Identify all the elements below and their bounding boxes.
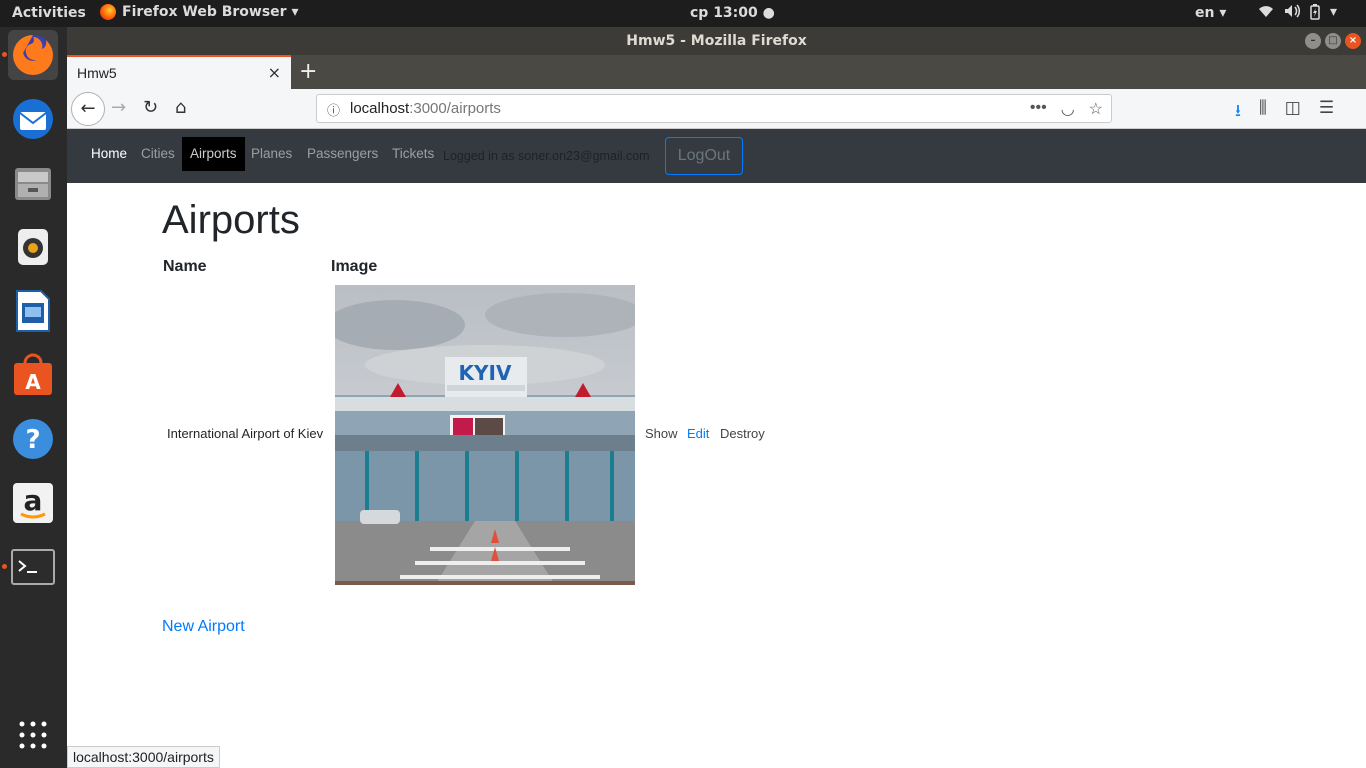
sidebar-icon[interactable]: ◫ bbox=[1285, 98, 1301, 127]
dock-files[interactable] bbox=[8, 158, 58, 208]
battery-icon bbox=[1310, 4, 1320, 24]
library-icon[interactable]: ⫼ bbox=[1259, 98, 1267, 127]
dock: A ? a bbox=[0, 27, 67, 768]
clock[interactable]: cp 13:00 ● bbox=[690, 5, 775, 21]
tab-bar: Hmw5 × + bbox=[67, 55, 1366, 89]
wifi-icon bbox=[1258, 4, 1274, 24]
forward-button[interactable]: → bbox=[111, 97, 126, 118]
svg-text:a: a bbox=[24, 484, 43, 517]
firefox-icon bbox=[13, 35, 53, 75]
firefox-icon bbox=[100, 4, 116, 20]
running-indicator bbox=[2, 52, 7, 57]
pocket-icon[interactable]: ◡ bbox=[1061, 99, 1075, 119]
column-header-name: Name bbox=[163, 258, 207, 275]
url-host: localhost bbox=[350, 100, 410, 117]
gnome-top-bar: Activities Firefox Web Browser ▾ cp 13:0… bbox=[0, 0, 1366, 27]
thunderbird-icon bbox=[13, 99, 53, 139]
column-header-image: Image bbox=[331, 258, 378, 275]
language-indicator[interactable]: en ▾ bbox=[1195, 5, 1226, 21]
new-tab-button[interactable]: + bbox=[299, 59, 317, 84]
site-navbar: Home Cities Airports Planes Passengers T… bbox=[67, 129, 1366, 183]
running-indicator bbox=[2, 564, 7, 569]
new-airport-link[interactable]: New Airport bbox=[162, 618, 245, 636]
hamburger-menu-icon[interactable]: ☰ bbox=[1319, 98, 1334, 127]
dock-thunderbird[interactable] bbox=[8, 94, 58, 144]
system-tray[interactable]: ▾ bbox=[1258, 4, 1337, 24]
page-title: Airports bbox=[162, 198, 300, 242]
nav-planes[interactable]: Planes bbox=[251, 146, 292, 161]
nav-airports[interactable]: Airports bbox=[182, 137, 245, 171]
libreoffice-writer-icon bbox=[16, 290, 50, 332]
dock-libreoffice-writer[interactable] bbox=[8, 286, 58, 336]
svg-text:?: ? bbox=[25, 425, 40, 455]
software-center-icon: A bbox=[14, 353, 52, 395]
close-window-button[interactable]: × bbox=[1345, 33, 1361, 49]
airport-image: KYIV bbox=[335, 285, 635, 585]
back-button[interactable]: ← bbox=[71, 92, 105, 126]
logout-button[interactable]: LogOut bbox=[665, 137, 743, 175]
edit-link[interactable]: Edit bbox=[687, 426, 709, 441]
window-title: Hmw5 - Mozilla Firefox bbox=[626, 33, 807, 49]
download-icon[interactable]: ⭳ bbox=[1235, 98, 1241, 127]
menu-caret-icon: ▾ bbox=[1330, 4, 1338, 20]
terminal-sign-text: KYIV bbox=[459, 361, 512, 385]
navigation-toolbar: ← → ↻ ⌂ ⓘ localhost:3000/airports ••• ◡ … bbox=[67, 89, 1366, 129]
page-viewport: Home Cities Airports Planes Passengers T… bbox=[67, 129, 1366, 768]
volume-icon bbox=[1284, 4, 1301, 24]
files-icon bbox=[15, 168, 51, 200]
nav-cities[interactable]: Cities bbox=[141, 146, 175, 161]
dock-rhythmbox[interactable] bbox=[8, 222, 58, 272]
dock-software-center[interactable]: A bbox=[8, 350, 58, 400]
help-icon: ? bbox=[13, 419, 53, 459]
url-path: :3000/airports bbox=[409, 100, 501, 117]
show-link[interactable]: Show bbox=[645, 426, 678, 441]
dock-help[interactable]: ? bbox=[8, 414, 58, 464]
nav-tickets[interactable]: Tickets bbox=[392, 146, 434, 161]
window-titlebar[interactable]: Hmw5 - Mozilla Firefox – □ × bbox=[67, 27, 1366, 55]
dock-firefox[interactable] bbox=[2, 30, 58, 80]
tab-title: Hmw5 bbox=[77, 65, 117, 81]
page-actions-icon[interactable]: ••• bbox=[1030, 99, 1047, 119]
info-icon[interactable]: ⓘ bbox=[327, 100, 340, 119]
app-menu[interactable]: Firefox Web Browser ▾ bbox=[100, 4, 298, 20]
arrow-left-icon: ← bbox=[80, 98, 96, 119]
dock-terminal[interactable] bbox=[2, 542, 58, 592]
reload-button[interactable]: ↻ bbox=[143, 97, 158, 118]
amazon-icon: a bbox=[13, 483, 53, 523]
destroy-link[interactable]: Destroy bbox=[720, 426, 765, 441]
dock-amazon[interactable]: a bbox=[8, 478, 58, 528]
nav-home[interactable]: Home bbox=[91, 146, 127, 161]
activities-button[interactable]: Activities bbox=[12, 5, 86, 21]
url-actions: ••• ◡ ☆ bbox=[1030, 99, 1103, 119]
show-apps-icon bbox=[19, 721, 47, 749]
dock-show-apps[interactable] bbox=[8, 710, 58, 760]
tab-hmw5[interactable]: Hmw5 × bbox=[67, 55, 291, 89]
rhythmbox-icon bbox=[18, 229, 48, 265]
svg-text:A: A bbox=[25, 370, 41, 394]
status-bar: localhost:3000/airports bbox=[67, 746, 220, 768]
url-bar[interactable]: ⓘ localhost:3000/airports ••• ◡ ☆ bbox=[316, 94, 1112, 123]
home-button[interactable]: ⌂ bbox=[175, 97, 186, 118]
tab-close-button[interactable]: × bbox=[268, 63, 281, 82]
toolbar-right: ⭳ ⫼ ◫ ☰ bbox=[1235, 98, 1334, 127]
airport-name-cell: International Airport of Kiev bbox=[167, 426, 324, 441]
nav-passengers[interactable]: Passengers bbox=[307, 146, 378, 161]
app-menu-label: Firefox Web Browser ▾ bbox=[122, 4, 299, 20]
bookmark-star-icon[interactable]: ☆ bbox=[1089, 99, 1103, 119]
terminal-icon bbox=[11, 549, 55, 585]
maximize-button[interactable]: □ bbox=[1325, 33, 1341, 49]
logged-in-text: Logged in as soner.on23@gmail.com bbox=[443, 149, 650, 163]
minimize-button[interactable]: – bbox=[1305, 33, 1321, 49]
url-text: localhost:3000/airports bbox=[350, 100, 501, 117]
